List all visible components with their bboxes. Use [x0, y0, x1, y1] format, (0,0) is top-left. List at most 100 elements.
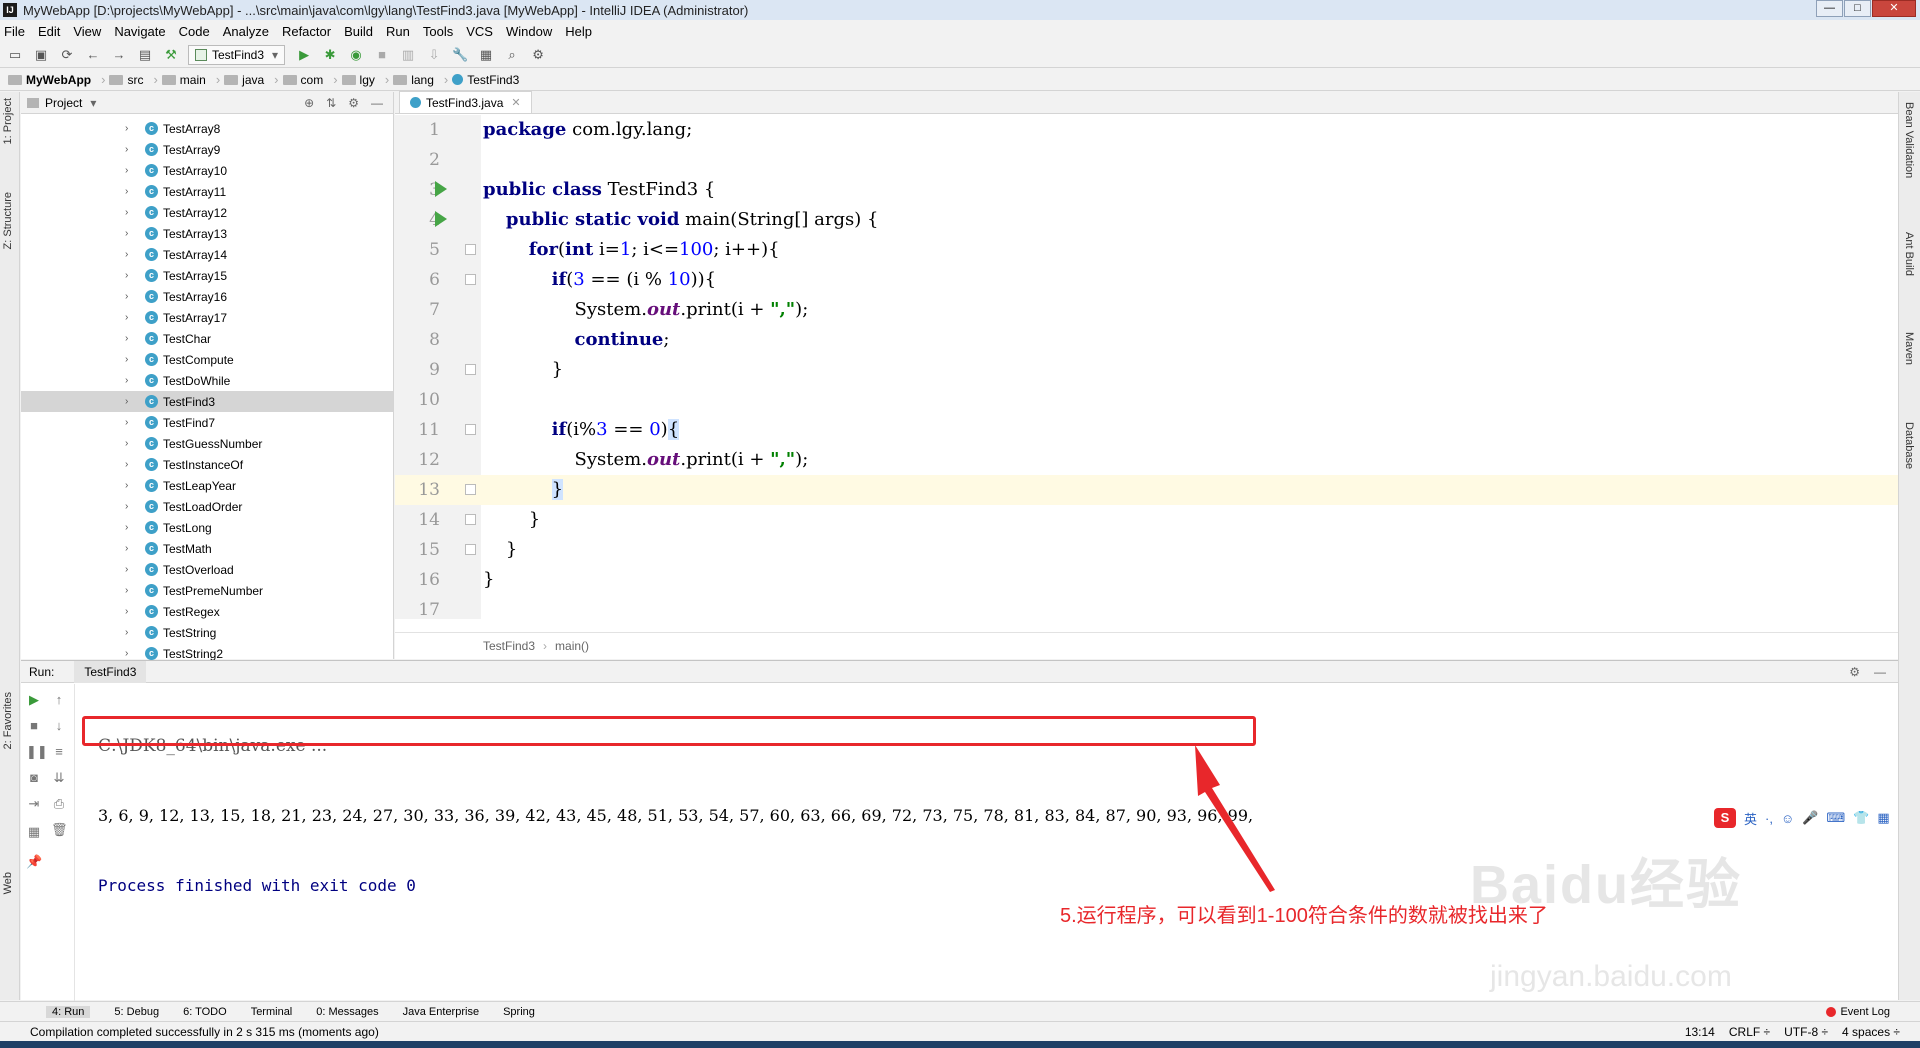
coverage-icon[interactable]: ◉: [347, 46, 365, 64]
fold-icon[interactable]: [465, 514, 476, 525]
tab-bean-validation[interactable]: Bean Validation: [1903, 102, 1915, 178]
breadcrumb-project[interactable]: MyWebApp: [8, 73, 91, 87]
trash-icon[interactable]: 🗑: [51, 822, 68, 838]
build-hammer-icon[interactable]: ⚒: [162, 46, 180, 64]
tree-item[interactable]: › c TestArray10: [21, 160, 393, 181]
tree-item[interactable]: › c TestGuessNumber: [21, 433, 393, 454]
tab-messages[interactable]: 0: Messages: [316, 1006, 378, 1018]
restore-layout-icon[interactable]: ⇥: [26, 796, 42, 812]
minimize-button[interactable]: —: [1816, 0, 1843, 17]
open-folder-icon[interactable]: ▭: [6, 46, 24, 64]
editor-breadcrumb-method[interactable]: main(): [555, 639, 589, 653]
sync-icon[interactable]: ⟳: [58, 46, 76, 64]
close-tab-icon[interactable]: ✕: [511, 96, 520, 109]
tree-item[interactable]: › c TestPremeNumber: [21, 580, 393, 601]
pin-icon[interactable]: 📌: [26, 854, 42, 870]
menu-window[interactable]: Window: [506, 24, 552, 39]
fold-icon[interactable]: [465, 484, 476, 495]
stop-icon[interactable]: ■: [373, 46, 391, 64]
line-separator[interactable]: CRLF ÷: [1729, 1025, 1770, 1039]
fold-icon[interactable]: [465, 544, 476, 555]
tab-web[interactable]: Web: [2, 872, 14, 894]
fold-icon[interactable]: [465, 364, 476, 375]
tab-spring[interactable]: Spring: [503, 1006, 535, 1018]
menu-build[interactable]: Build: [344, 24, 373, 39]
tree-item[interactable]: › c TestCompute: [21, 349, 393, 370]
event-log[interactable]: Event Log: [1826, 1006, 1890, 1018]
run-gutter-icon[interactable]: [435, 181, 447, 197]
fold-icon[interactable]: [465, 244, 476, 255]
tree-item[interactable]: › c TestArray16: [21, 286, 393, 307]
tree-item[interactable]: › c TestArray12: [21, 202, 393, 223]
close-button[interactable]: ✕: [1872, 0, 1916, 17]
expand-arrow-icon[interactable]: ›: [125, 480, 128, 491]
forward-icon[interactable]: →: [110, 46, 128, 64]
tab-java-enterprise[interactable]: Java Enterprise: [403, 1006, 479, 1018]
skin-icon[interactable]: 👕: [1853, 810, 1869, 826]
tree-item[interactable]: › c TestArray14: [21, 244, 393, 265]
gear-icon[interactable]: ⚙: [348, 96, 359, 110]
caret-position[interactable]: 13:14: [1685, 1025, 1715, 1039]
menu-help[interactable]: Help: [565, 24, 592, 39]
expand-arrow-icon[interactable]: ›: [125, 165, 128, 176]
expand-arrow-icon[interactable]: ›: [125, 585, 128, 596]
menu-vcs[interactable]: VCS: [466, 24, 493, 39]
menu-navigate[interactable]: Navigate: [114, 24, 165, 39]
tree-item[interactable]: › c TestRegex: [21, 601, 393, 622]
run-tab-testfind3[interactable]: TestFind3: [74, 660, 147, 683]
sdk-icon[interactable]: ⚙: [529, 46, 547, 64]
expand-arrow-icon[interactable]: ›: [125, 375, 128, 386]
microphone-icon[interactable]: 🎤: [1802, 810, 1818, 826]
layout-icon[interactable]: ▦: [26, 824, 42, 840]
tree-item[interactable]: › c TestOverload: [21, 559, 393, 580]
scroll-down-icon[interactable]: ↓: [51, 718, 67, 733]
expand-arrow-icon[interactable]: ›: [125, 354, 128, 365]
tree-item[interactable]: › c TestArray15: [21, 265, 393, 286]
collapse-all-icon[interactable]: ⇅: [326, 96, 336, 110]
expand-arrow-icon[interactable]: ›: [125, 207, 128, 218]
chevron-down-icon[interactable]: ▾: [90, 96, 96, 110]
expand-arrow-icon[interactable]: ›: [125, 438, 128, 449]
settings-wrench-icon[interactable]: 🔧: [451, 46, 469, 64]
hide-icon[interactable]: —: [1874, 665, 1886, 679]
expand-arrow-icon[interactable]: ›: [125, 648, 128, 659]
sogou-icon[interactable]: S: [1714, 808, 1736, 828]
expand-arrow-icon[interactable]: ›: [125, 564, 128, 575]
scroll-to-end-icon[interactable]: ⇊: [51, 770, 67, 786]
editor-tab-testfind3[interactable]: TestFind3.java ✕: [399, 91, 532, 113]
expand-arrow-icon[interactable]: ›: [125, 627, 128, 638]
expand-arrow-icon[interactable]: ›: [125, 606, 128, 617]
scroll-up-icon[interactable]: ↑: [51, 692, 67, 707]
emoji-icon[interactable]: ☺: [1781, 811, 1794, 826]
print-icon[interactable]: ⎙: [51, 796, 67, 812]
back-icon[interactable]: ←: [84, 46, 102, 64]
tab-favorites[interactable]: 2: Favorites: [2, 692, 14, 749]
breadcrumb-main[interactable]: main: [161, 73, 206, 87]
expand-arrow-icon[interactable]: ›: [125, 312, 128, 323]
camera-icon[interactable]: ◙: [26, 770, 42, 785]
tree-item[interactable]: › c TestLong: [21, 517, 393, 538]
tab-ant-build[interactable]: Ant Build: [1903, 232, 1915, 276]
expand-arrow-icon[interactable]: ›: [125, 291, 128, 302]
keyboard-icon[interactable]: ⌨: [1826, 810, 1845, 826]
tab-database[interactable]: Database: [1903, 422, 1915, 469]
breadcrumb-lang[interactable]: lang: [393, 73, 434, 87]
menu-run[interactable]: Run: [386, 24, 410, 39]
tree-item[interactable]: › c TestLeapYear: [21, 475, 393, 496]
menu-tools[interactable]: Tools: [423, 24, 453, 39]
run-icon[interactable]: ▶: [295, 46, 313, 64]
menu-refactor[interactable]: Refactor: [282, 24, 331, 39]
tab-todo[interactable]: 6: TODO: [183, 1006, 227, 1018]
tab-run[interactable]: 4: Run: [46, 1005, 91, 1018]
file-encoding[interactable]: UTF-8 ÷: [1784, 1025, 1828, 1039]
expand-arrow-icon[interactable]: ›: [125, 228, 128, 239]
run-gutter-icon[interactable]: [435, 211, 447, 227]
code-area[interactable]: 1 package com.lgy.lang; 2 3 public class T…: [395, 115, 1898, 620]
run-config-select[interactable]: TestFind3 ▾: [188, 44, 286, 65]
tree-item[interactable]: › c TestArray9: [21, 139, 393, 160]
fold-icon[interactable]: [465, 424, 476, 435]
locate-icon[interactable]: ⊕: [304, 96, 314, 110]
tree-item[interactable]: › c TestFind7: [21, 412, 393, 433]
gear-icon[interactable]: ⚙: [1849, 665, 1860, 679]
ime-mode-label[interactable]: 英: [1744, 809, 1757, 828]
